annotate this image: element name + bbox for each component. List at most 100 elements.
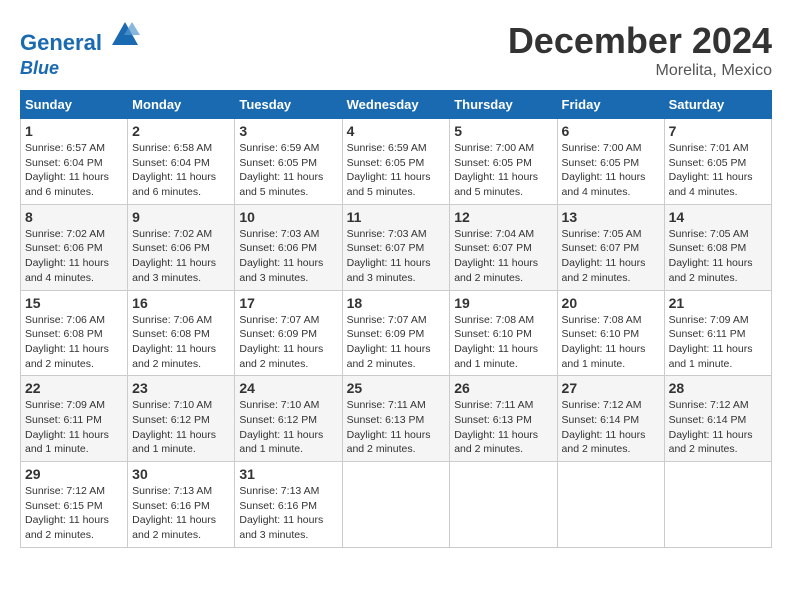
header-saturday: Saturday	[664, 91, 771, 119]
calendar: SundayMondayTuesdayWednesdayThursdayFrid…	[20, 90, 772, 548]
day-number: 3	[239, 123, 337, 139]
day-info: Sunrise: 7:09 AMSunset: 6:11 PMDaylight:…	[25, 398, 123, 457]
day-info: Sunrise: 7:11 AMSunset: 6:13 PMDaylight:…	[454, 398, 552, 457]
calendar-cell: 9 Sunrise: 7:02 AMSunset: 6:06 PMDaylight…	[128, 204, 235, 290]
calendar-week-2: 8 Sunrise: 7:02 AMSunset: 6:06 PMDaylight…	[21, 204, 772, 290]
day-number: 14	[669, 209, 767, 225]
calendar-cell: 23 Sunrise: 7:10 AMSunset: 6:12 PMDayligh…	[128, 376, 235, 462]
day-info: Sunrise: 6:57 AMSunset: 6:04 PMDaylight:…	[25, 141, 123, 200]
day-info: Sunrise: 7:08 AMSunset: 6:10 PMDaylight:…	[454, 313, 552, 372]
calendar-cell: 25Sunrise: 7:11 AMSunset: 6:13 PMDayligh…	[342, 376, 450, 462]
day-number: 2	[132, 123, 230, 139]
calendar-header-row: SundayMondayTuesdayWednesdayThursdayFrid…	[21, 91, 772, 119]
day-number: 6	[562, 123, 660, 139]
calendar-cell: 31 Sunrise: 7:13 AMSunset: 6:16 PMDayligh…	[235, 462, 342, 548]
day-info: Sunrise: 6:59 AMSunset: 6:05 PMDaylight:…	[347, 141, 446, 200]
page-header: General Blue December 2024 Morelita, Mex…	[20, 20, 772, 80]
day-number: 7	[669, 123, 767, 139]
day-info: Sunrise: 7:12 AMSunset: 6:14 PMDaylight:…	[669, 398, 767, 457]
calendar-cell: 1 Sunrise: 6:57 AMSunset: 6:04 PMDaylight…	[21, 119, 128, 205]
logo-icon	[110, 20, 140, 50]
day-number: 10	[239, 209, 337, 225]
day-info: Sunrise: 7:06 AMSunset: 6:08 PMDaylight:…	[132, 313, 230, 372]
day-number: 12	[454, 209, 552, 225]
calendar-cell: 22 Sunrise: 7:09 AMSunset: 6:11 PMDayligh…	[21, 376, 128, 462]
calendar-cell: 24Sunrise: 7:10 AMSunset: 6:12 PMDayligh…	[235, 376, 342, 462]
day-number: 4	[347, 123, 446, 139]
day-number: 22	[25, 380, 123, 396]
calendar-cell: 20Sunrise: 7:08 AMSunset: 6:10 PMDayligh…	[557, 290, 664, 376]
day-number: 30	[132, 466, 230, 482]
day-number: 27	[562, 380, 660, 396]
calendar-cell: 4 Sunrise: 6:59 AMSunset: 6:05 PMDaylight…	[342, 119, 450, 205]
calendar-cell: 11 Sunrise: 7:03 AMSunset: 6:07 PMDayligh…	[342, 204, 450, 290]
header-wednesday: Wednesday	[342, 91, 450, 119]
day-number: 19	[454, 295, 552, 311]
day-info: Sunrise: 7:03 AMSunset: 6:07 PMDaylight:…	[347, 227, 446, 286]
day-info: Sunrise: 7:10 AMSunset: 6:12 PMDaylight:…	[132, 398, 230, 457]
day-info: Sunrise: 7:07 AMSunset: 6:09 PMDaylight:…	[239, 313, 337, 372]
calendar-cell: 27 Sunrise: 7:12 AMSunset: 6:14 PMDayligh…	[557, 376, 664, 462]
calendar-cell	[664, 462, 771, 548]
day-info: Sunrise: 7:08 AMSunset: 6:10 PMDaylight:…	[562, 313, 660, 372]
header-sunday: Sunday	[21, 91, 128, 119]
calendar-cell: 30 Sunrise: 7:13 AMSunset: 6:16 PMDayligh…	[128, 462, 235, 548]
day-info: Sunrise: 7:12 AMSunset: 6:15 PMDaylight:…	[25, 484, 123, 543]
day-info: Sunrise: 7:00 AMSunset: 6:05 PMDaylight:…	[454, 141, 552, 200]
day-info: Sunrise: 7:13 AMSunset: 6:16 PMDaylight:…	[239, 484, 337, 543]
day-number: 26	[454, 380, 552, 396]
title-block: December 2024 Morelita, Mexico	[508, 20, 772, 80]
header-friday: Friday	[557, 91, 664, 119]
day-info: Sunrise: 6:59 AMSunset: 6:05 PMDaylight:…	[239, 141, 337, 200]
day-info: Sunrise: 7:13 AMSunset: 6:16 PMDaylight:…	[132, 484, 230, 543]
day-number: 1	[25, 123, 123, 139]
day-number: 9	[132, 209, 230, 225]
day-number: 15	[25, 295, 123, 311]
calendar-cell: 5 Sunrise: 7:00 AMSunset: 6:05 PMDaylight…	[450, 119, 557, 205]
day-number: 25	[347, 380, 446, 396]
day-number: 31	[239, 466, 337, 482]
logo-text: General	[20, 20, 140, 55]
calendar-cell: 10 Sunrise: 7:03 AMSunset: 6:06 PMDayligh…	[235, 204, 342, 290]
calendar-cell: 16 Sunrise: 7:06 AMSunset: 6:08 PMDayligh…	[128, 290, 235, 376]
day-info: Sunrise: 7:09 AMSunset: 6:11 PMDaylight:…	[669, 313, 767, 372]
day-info: Sunrise: 7:05 AMSunset: 6:08 PMDaylight:…	[669, 227, 767, 286]
day-number: 28	[669, 380, 767, 396]
calendar-cell: 17 Sunrise: 7:07 AMSunset: 6:09 PMDayligh…	[235, 290, 342, 376]
day-info: Sunrise: 7:12 AMSunset: 6:14 PMDaylight:…	[562, 398, 660, 457]
day-number: 17	[239, 295, 337, 311]
day-info: Sunrise: 7:04 AMSunset: 6:07 PMDaylight:…	[454, 227, 552, 286]
header-thursday: Thursday	[450, 91, 557, 119]
day-info: Sunrise: 7:01 AMSunset: 6:05 PMDaylight:…	[669, 141, 767, 200]
logo: General Blue	[20, 20, 140, 79]
calendar-cell: 6 Sunrise: 7:00 AMSunset: 6:05 PMDaylight…	[557, 119, 664, 205]
day-number: 11	[347, 209, 446, 225]
calendar-cell: 12 Sunrise: 7:04 AMSunset: 6:07 PMDayligh…	[450, 204, 557, 290]
calendar-cell	[557, 462, 664, 548]
calendar-cell: 7 Sunrise: 7:01 AMSunset: 6:05 PMDaylight…	[664, 119, 771, 205]
calendar-cell	[450, 462, 557, 548]
day-info: Sunrise: 7:00 AMSunset: 6:05 PMDaylight:…	[562, 141, 660, 200]
header-monday: Monday	[128, 91, 235, 119]
day-number: 18	[347, 295, 446, 311]
day-number: 24	[239, 380, 337, 396]
day-info: Sunrise: 7:07 AMSunset: 6:09 PMDaylight:…	[347, 313, 446, 372]
day-info: Sunrise: 6:58 AMSunset: 6:04 PMDaylight:…	[132, 141, 230, 200]
calendar-cell: 18 Sunrise: 7:07 AMSunset: 6:09 PMDayligh…	[342, 290, 450, 376]
day-number: 13	[562, 209, 660, 225]
calendar-week-3: 15 Sunrise: 7:06 AMSunset: 6:08 PMDayligh…	[21, 290, 772, 376]
day-number: 23	[132, 380, 230, 396]
day-number: 16	[132, 295, 230, 311]
calendar-cell: 29Sunrise: 7:12 AMSunset: 6:15 PMDayligh…	[21, 462, 128, 548]
day-number: 21	[669, 295, 767, 311]
calendar-cell: 13 Sunrise: 7:05 AMSunset: 6:07 PMDayligh…	[557, 204, 664, 290]
logo-line2: Blue	[20, 55, 140, 79]
day-info: Sunrise: 7:02 AMSunset: 6:06 PMDaylight:…	[132, 227, 230, 286]
calendar-cell: 8Sunrise: 7:02 AMSunset: 6:06 PMDaylight…	[21, 204, 128, 290]
day-info: Sunrise: 7:03 AMSunset: 6:06 PMDaylight:…	[239, 227, 337, 286]
day-number: 8	[25, 209, 123, 225]
day-info: Sunrise: 7:05 AMSunset: 6:07 PMDaylight:…	[562, 227, 660, 286]
header-tuesday: Tuesday	[235, 91, 342, 119]
day-number: 5	[454, 123, 552, 139]
calendar-cell: 19 Sunrise: 7:08 AMSunset: 6:10 PMDayligh…	[450, 290, 557, 376]
